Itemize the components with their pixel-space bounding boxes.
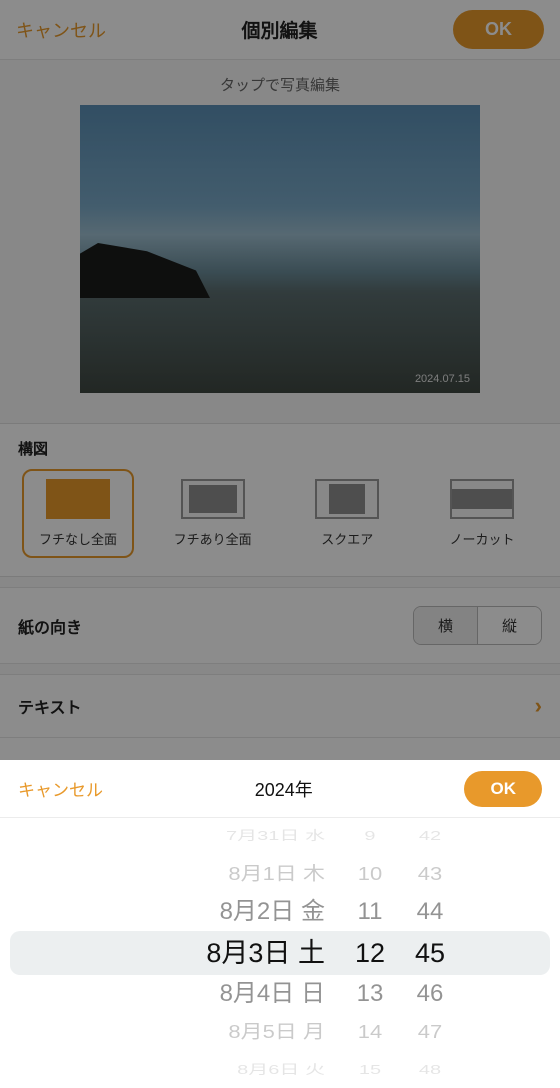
picker-date-column[interactable]: 7月31日 水 8月1日 木 8月2日 金 8月3日 土 8月4日 日 8月5日… [115,818,325,1088]
app-header: キャンセル 個別編集 OK [0,0,560,60]
composition-label: 構図 [0,424,560,469]
picker-selected-hour: 12 [355,931,385,975]
composition-section: 構図 フチなし全面 フチあり全面 スクエア ノーカット [0,423,560,577]
layout-label: ノーカット [449,529,514,548]
photo-date-stamp: 2024.07.15 [415,373,470,385]
layout-label: フチなし全面 [39,529,117,548]
picker-minute-column[interactable]: 42 43 44 45 46 47 48 [415,818,445,1088]
layout-label: フチあり全面 [174,529,252,548]
cancel-button[interactable]: キャンセル [16,17,106,43]
picker-ok-button[interactable]: OK [464,771,542,807]
page-title: 個別編集 [241,16,317,43]
picker-title: 2024年 [255,776,313,802]
orientation-segment: 横 縦 [413,606,542,645]
text-row[interactable]: テキスト › [0,674,560,737]
photo-preview[interactable]: 2024.07.15 [80,105,480,393]
picker-selected-minute: 45 [415,931,445,975]
layout-nocut[interactable]: ノーカット [426,469,538,558]
layout-label: スクエア [321,529,373,548]
picker-wheels[interactable]: 7月31日 水 8月1日 木 8月2日 金 8月3日 土 8月4日 日 8月5日… [0,818,560,1088]
ok-button[interactable]: OK [453,10,544,49]
orientation-label: 紙の向き [18,614,82,638]
orientation-horizontal[interactable]: 横 [414,607,477,644]
picker-selected-date: 8月3日 土 [206,931,325,975]
photo-container: 2024.07.15 [0,105,560,423]
text-label: テキスト [18,694,82,718]
picker-hour-column[interactable]: 9 10 11 12 13 14 15 [355,818,385,1088]
photo-edit-hint: タップで写真編集 [0,60,560,105]
layout-borderless-full[interactable]: フチなし全面 [22,469,134,558]
picker-cancel-button[interactable]: キャンセル [18,776,103,801]
layout-square[interactable]: スクエア [291,469,403,558]
orientation-vertical[interactable]: 縦 [477,607,541,644]
chevron-right-icon: › [535,693,542,719]
orientation-row: 紙の向き 横 縦 [0,587,560,664]
layout-border-full[interactable]: フチあり全面 [157,469,269,558]
picker-header: キャンセル 2024年 OK [0,760,560,818]
composition-options: フチなし全面 フチあり全面 スクエア ノーカット [0,469,560,576]
date-picker-sheet: キャンセル 2024年 OK 7月31日 水 8月1日 木 8月2日 金 8月3… [0,760,560,1088]
